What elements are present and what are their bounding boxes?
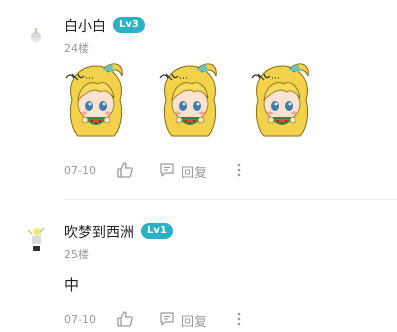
sticker-image[interactable]	[250, 60, 314, 140]
comment-date: 07-10	[64, 164, 96, 177]
floor-number: 25楼	[64, 248, 89, 261]
reply-icon	[160, 312, 174, 326]
avatar[interactable]	[26, 18, 46, 48]
sticker-image[interactable]	[64, 60, 128, 140]
reply-label: 回复	[181, 166, 208, 181]
reply-label: 回复	[181, 315, 208, 330]
like-icon[interactable]	[116, 161, 134, 179]
like-icon[interactable]	[116, 310, 134, 328]
username[interactable]: 白小白	[64, 16, 106, 36]
comment-actions: 07-10 回复	[64, 310, 324, 330]
comment-actions: 07-10 回复	[64, 161, 324, 181]
comment-item: 白小白 Lv3 24楼 07-10 回复	[0, 0, 397, 200]
comment-text: 中	[64, 276, 80, 294]
level-badge: Lv1	[141, 223, 173, 239]
floor-number: 24楼	[64, 42, 89, 55]
reply-icon	[160, 163, 174, 177]
more-icon[interactable]	[234, 161, 244, 179]
level-badge: Lv3	[113, 17, 145, 33]
username[interactable]: 吹梦到西洲	[64, 222, 134, 242]
comment-date: 07-10	[64, 313, 96, 326]
comment-item: 吹梦到西洲 Lv1 25楼 中 07-10 回复	[0, 200, 397, 332]
sticker-image[interactable]	[158, 60, 222, 140]
more-icon[interactable]	[234, 310, 244, 328]
avatar[interactable]	[26, 224, 46, 254]
